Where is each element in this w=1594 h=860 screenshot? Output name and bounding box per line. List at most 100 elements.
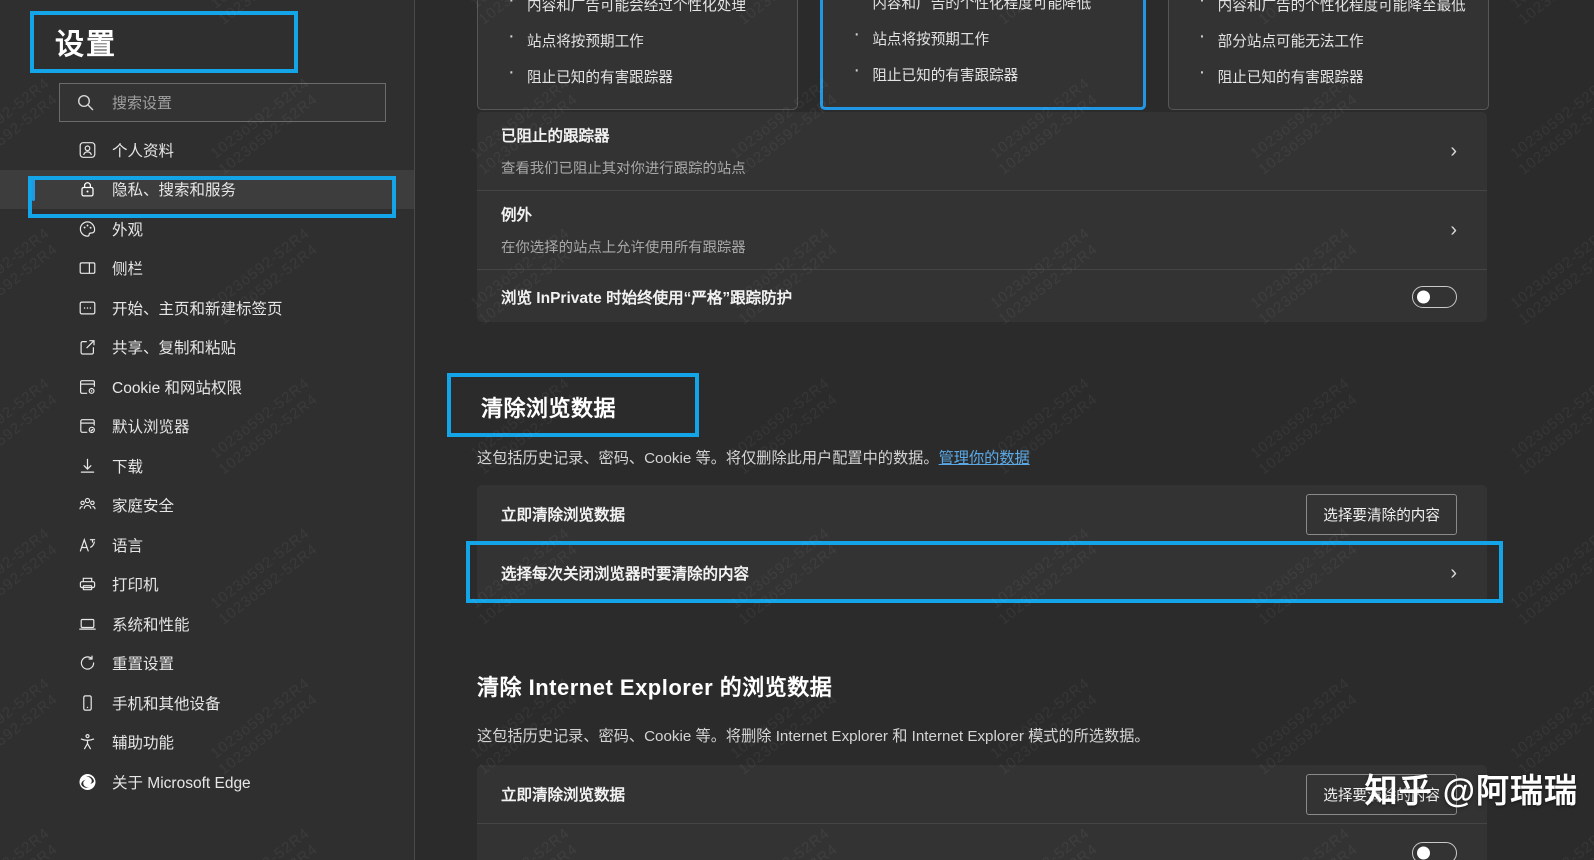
- clear-on-close-row[interactable]: 选择每次关闭浏览器时要清除的内容 ›: [477, 544, 1487, 602]
- page-title: 设置: [55, 29, 118, 61]
- bullet-list: 内容和广告的个性化程度可能降低 站点将按预期工作 阻止已知的有害跟踪器: [847, 0, 1126, 85]
- sidebar-item-label: 侧栏: [112, 261, 144, 279]
- sidebar-nav-list: 个人资料 隐私、搜索和服务 外观 侧栏 开始、主页和新建标签页 共享、复制和粘贴…: [0, 130, 415, 802]
- bullet-item: 阻止已知的有害跟踪器: [1193, 61, 1472, 87]
- chevron-right-icon: ›: [1450, 140, 1457, 162]
- sidebar-item-label: 关于 Microsoft Edge: [112, 774, 251, 792]
- clear-ie-data-card: 立即清除浏览数据 选择要清除的内容: [477, 765, 1487, 860]
- sidebar-item-label: 下载: [112, 458, 144, 476]
- settings-page: 设置 搜索设置 个人资料 隐私、搜索和服务 外观 侧栏 开始、主页和新建标签页 …: [0, 0, 1594, 860]
- sidebar-item-profile[interactable]: 个人资料: [0, 130, 415, 170]
- language-icon: [78, 535, 97, 554]
- bullet-item: 阻止已知的有害跟踪器: [847, 59, 1126, 85]
- clear-browsing-data-description: 这包括历史记录、密码、Cookie 等。将仅删除此用户配置中的数据。管理你的数据: [477, 446, 1030, 468]
- inprivate-strict-toggle[interactable]: [1412, 285, 1457, 308]
- bullet-item: 阻止已知的有害跟踪器: [502, 61, 781, 87]
- accessibility-icon: [78, 733, 97, 752]
- bullet-item: 内容和广告可能会经过个性化处理: [502, 0, 781, 15]
- download-icon: [78, 456, 97, 475]
- sidebar-item-privacy-search-services[interactable]: 隐私、搜索和服务: [0, 169, 415, 209]
- blocked-trackers-row[interactable]: 已阻止的跟踪器 查看我们已阻止其对你进行跟踪的站点 ›: [477, 112, 1487, 190]
- description-text: 这包括历史记录、密码、Cookie 等。将仅删除此用户配置中的数据。: [477, 450, 939, 467]
- sidebar-item-sidebar[interactable]: 侧栏: [0, 249, 415, 289]
- tracking-level-card-strict[interactable]: 内容和广告的个性化程度可能降至最低 部分站点可能无法工作 阻止已知的有害跟踪器: [1167, 0, 1489, 110]
- sidebar-item-phone-other-devices[interactable]: 手机和其他设备: [0, 683, 415, 723]
- chevron-right-icon: ›: [1450, 562, 1457, 584]
- sidebar-item-family-safety[interactable]: 家庭安全: [0, 486, 415, 526]
- sidebar-item-label: 外观: [112, 221, 144, 239]
- manage-your-data-link[interactable]: 管理你的数据: [939, 450, 1030, 467]
- printer-icon: [78, 575, 97, 594]
- row-title: 已阻止的跟踪器: [501, 128, 610, 145]
- clear-ie-data-description: 这包括历史记录、密码、Cookie 等。将删除 Internet Explore…: [477, 728, 1150, 745]
- bullet-item: 内容和广告的个性化程度可能降至最低: [1193, 0, 1472, 15]
- exceptions-row[interactable]: 例外 在你选择的站点上允许使用所有跟踪器 ›: [477, 191, 1487, 269]
- phone-icon: [78, 693, 97, 712]
- bullet-item: 部分站点可能无法工作: [1193, 25, 1472, 51]
- bullet-list: 内容和广告的个性化程度可能降至最低 部分站点可能无法工作 阻止已知的有害跟踪器: [1193, 0, 1472, 87]
- sidebar-item-share-copy-paste[interactable]: 共享、复制和粘贴: [0, 328, 415, 368]
- clear-browsing-data-card: 立即清除浏览数据 选择要清除的内容 选择每次关闭浏览器时要清除的内容 ›: [477, 485, 1487, 602]
- tracking-prevention-cards: 内容和广告可能会经过个性化处理 站点将按预期工作 阻止已知的有害跟踪器 内容和广…: [477, 0, 1489, 110]
- row-title: 浏览 InPrivate 时始终使用“严格”跟踪防护: [501, 289, 793, 307]
- new-tab-icon: [78, 298, 97, 317]
- lock-icon: [78, 180, 97, 199]
- sidebar-item-about-edge[interactable]: 关于 Microsoft Edge: [0, 762, 415, 802]
- sidebar-item-label: 共享、复制和粘贴: [112, 340, 237, 358]
- row-title: 立即清除浏览数据: [501, 787, 626, 804]
- ie-clear-on-exit-row[interactable]: [477, 824, 1487, 860]
- bullet-list: 内容和广告可能会经过个性化处理 站点将按预期工作 阻止已知的有害跟踪器: [502, 0, 781, 87]
- sidebar-item-printers[interactable]: 打印机: [0, 565, 415, 605]
- sidebar-item-cookies-site-permissions[interactable]: Cookie 和网站权限: [0, 367, 415, 407]
- sidebar-item-downloads[interactable]: 下载: [0, 446, 415, 486]
- ie-clear-on-exit-toggle[interactable]: [1412, 842, 1457, 860]
- row-title: 选择每次关闭浏览器时要清除的内容: [501, 566, 750, 583]
- profile-icon: [78, 140, 97, 159]
- sidebar-item-label: 默认浏览器: [112, 419, 190, 437]
- palette-icon: [78, 219, 97, 238]
- sidebar-item-appearance[interactable]: 外观: [0, 209, 415, 249]
- sidebar-panel-icon: [78, 259, 97, 278]
- reset-icon: [78, 654, 97, 673]
- sidebar-item-label: 重置设置: [112, 656, 175, 674]
- sidebar-divider: [414, 0, 415, 860]
- sidebar-item-reset-settings[interactable]: 重置设置: [0, 644, 415, 684]
- privacy-settings-card: 已阻止的跟踪器 查看我们已阻止其对你进行跟踪的站点 › 例外 在你选择的站点上允…: [477, 112, 1487, 322]
- choose-what-to-clear-button[interactable]: 选择要清除的内容: [1306, 493, 1457, 535]
- search-input[interactable]: 搜索设置: [112, 92, 172, 113]
- inprivate-strict-row[interactable]: 浏览 InPrivate 时始终使用“严格”跟踪防护: [477, 270, 1487, 323]
- search-icon: [77, 94, 94, 111]
- toggle-knob: [1417, 846, 1430, 860]
- page-title-highlight-box: 设置: [30, 11, 298, 73]
- row-text-group: 例外 在你选择的站点上允许使用所有跟踪器: [501, 203, 746, 257]
- sidebar-item-languages[interactable]: 语言: [0, 525, 415, 565]
- row-subtitle: 在你选择的站点上允许使用所有跟踪器: [501, 240, 746, 256]
- ie-clear-now-row: 立即清除浏览数据 选择要清除的内容: [477, 765, 1487, 823]
- edge-logo-icon: [78, 772, 97, 791]
- search-settings-box[interactable]: 搜索设置: [59, 83, 386, 122]
- share-icon: [78, 338, 97, 357]
- author-watermark: 知乎 @阿瑞瑞: [1364, 772, 1578, 809]
- toggle-knob: [1417, 290, 1430, 303]
- row-subtitle: 查看我们已阻止其对你进行跟踪的站点: [501, 161, 746, 177]
- sidebar-item-system-performance[interactable]: 系统和性能: [0, 604, 415, 644]
- sidebar-item-label: 语言: [112, 537, 144, 555]
- sidebar-item-default-browser[interactable]: 默认浏览器: [0, 407, 415, 447]
- sidebar-item-label: 开始、主页和新建标签页: [112, 300, 283, 318]
- sidebar-item-accessibility[interactable]: 辅助功能: [0, 723, 415, 763]
- row-title: 例外: [501, 207, 533, 224]
- sidebar-item-start-home-newtab[interactable]: 开始、主页和新建标签页: [0, 288, 415, 328]
- cookie-settings-icon: [78, 377, 97, 396]
- sidebar-item-label: Cookie 和网站权限: [112, 379, 243, 397]
- system-icon: [78, 614, 97, 633]
- tracking-level-card-basic[interactable]: 内容和广告可能会经过个性化处理 站点将按预期工作 阻止已知的有害跟踪器: [477, 0, 799, 110]
- settings-content: 内容和广告可能会经过个性化处理 站点将按预期工作 阻止已知的有害跟踪器 内容和广…: [415, 0, 1594, 860]
- sidebar-item-label: 家庭安全: [112, 498, 175, 516]
- sidebar-item-label: 个人资料: [112, 142, 175, 160]
- tracking-level-card-balanced[interactable]: 内容和广告的个性化程度可能降低 站点将按预期工作 阻止已知的有害跟踪器: [820, 0, 1146, 110]
- bullet-item: 站点将按预期工作: [847, 23, 1126, 49]
- bullet-item: 内容和广告的个性化程度可能降低: [847, 0, 1126, 13]
- bullet-item: 站点将按预期工作: [502, 25, 781, 51]
- clear-now-row: 立即清除浏览数据 选择要清除的内容: [477, 485, 1487, 543]
- sidebar-item-label: 辅助功能: [112, 735, 175, 753]
